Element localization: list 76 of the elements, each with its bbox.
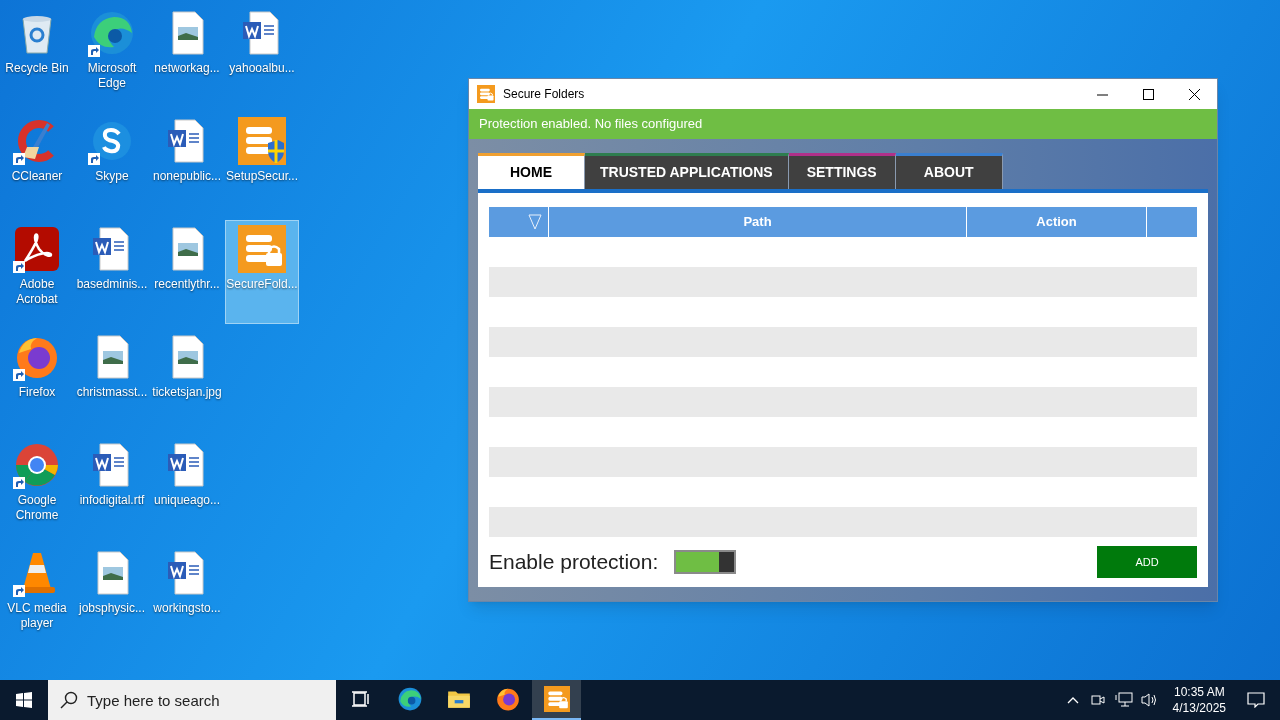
icon-label: Google Chrome xyxy=(14,493,60,523)
clock[interactable]: 10:35 AM 4/13/2025 xyxy=(1166,684,1232,716)
speech-bubble-icon xyxy=(1247,692,1265,708)
status-text: Protection enabled. No files configured xyxy=(479,115,703,134)
icon-label: Skype xyxy=(94,169,130,184)
clock-time: 10:35 AM xyxy=(1173,684,1225,700)
icon-label: CCleaner xyxy=(10,169,64,184)
protection-toggle[interactable] xyxy=(674,550,737,574)
desktop-icon[interactable]: Google Chrome xyxy=(0,436,74,540)
close-icon xyxy=(1188,88,1200,100)
icon-label: Firefox xyxy=(17,385,57,400)
icon-label: infodigital.rtf xyxy=(78,493,146,508)
desktop-icon[interactable]: ticketsjan.jpg xyxy=(150,328,224,432)
tab[interactable]: TRUSTED APPLICATIONS xyxy=(585,153,789,189)
search-field[interactable]: Type here to search xyxy=(48,680,336,720)
desktop-icon[interactable]: infodigital.rtf xyxy=(75,436,149,540)
window-title: Secure Folders xyxy=(503,86,586,103)
desktop-icon[interactable]: CCleaner xyxy=(0,112,74,216)
windows-logo-icon xyxy=(16,692,32,708)
add-button[interactable]: ADD xyxy=(1097,546,1197,578)
task-view-icon xyxy=(350,689,371,709)
tab[interactable]: SETTINGS xyxy=(788,153,896,189)
desktop-icon[interactable]: uniqueago... xyxy=(150,436,224,540)
icon-label: uniqueago... xyxy=(152,493,222,508)
icon-label: ticketsjan.jpg xyxy=(151,385,223,400)
desktop-icon[interactable]: jobsphysic... xyxy=(75,544,149,648)
desktop-icon[interactable]: Adobe Acrobat xyxy=(0,220,74,324)
acrobat-icon xyxy=(13,225,61,273)
installer-icon xyxy=(238,117,286,165)
desktop-icon[interactable]: Recycle Bin xyxy=(0,4,74,108)
icon-label: jobsphysic... xyxy=(77,601,146,616)
speaker-icon[interactable] xyxy=(1140,692,1159,708)
desktop-icon[interactable]: Microsoft Edge xyxy=(75,4,149,108)
desktop-icon[interactable]: SetupSecur... xyxy=(225,112,299,216)
maximize-icon xyxy=(1142,88,1154,100)
desktop-icon[interactable]: Skype xyxy=(75,112,149,216)
icon-label: yahooalbu... xyxy=(228,61,296,76)
desktop-icon[interactable]: Firefox xyxy=(0,328,74,432)
protection-label: Enable protection: xyxy=(489,549,659,576)
icon-label: Recycle Bin xyxy=(4,61,70,76)
desktop-icon[interactable]: basedminis... xyxy=(75,220,149,324)
desktop-icon[interactable]: recentlythr... xyxy=(150,220,224,324)
desktop-icon[interactable]: SecureFold... xyxy=(225,220,299,324)
icon-label: SetupSecur... xyxy=(225,169,299,184)
tab[interactable]: HOME xyxy=(478,153,585,189)
firefox-icon xyxy=(494,686,521,712)
desktop-icon[interactable]: christmasst... xyxy=(75,328,149,432)
chrome-icon xyxy=(13,441,61,489)
desktop-icon[interactable]: networkag... xyxy=(150,4,224,108)
network-icon[interactable] xyxy=(1114,692,1133,708)
desktop-icon[interactable]: workingsto... xyxy=(150,544,224,648)
tab[interactable]: ABOUT xyxy=(895,153,1003,189)
chevron-up-icon[interactable] xyxy=(1066,696,1079,704)
icon-label: SecureFold... xyxy=(225,277,299,292)
taskbar-app-button[interactable] xyxy=(532,680,581,720)
icon-label: workingsto... xyxy=(152,601,222,616)
desktop-icon[interactable]: yahooalbu... xyxy=(225,4,299,108)
edge-icon xyxy=(88,9,136,57)
icon-label: networkag... xyxy=(153,61,221,76)
filter-icon xyxy=(528,214,542,230)
icon-label: Microsoft Edge xyxy=(86,61,138,91)
camera-icon[interactable] xyxy=(1090,693,1105,707)
icon-label: basedminis... xyxy=(75,277,149,292)
padlock-database-icon xyxy=(543,686,570,712)
edge-icon xyxy=(396,686,423,712)
padlock-database-icon xyxy=(477,85,495,103)
icon-label: nonepublic... xyxy=(151,169,223,184)
icon-label: recentlythr... xyxy=(153,277,221,292)
icon-label: christmasst... xyxy=(75,385,149,400)
desktop-icon[interactable]: VLC media player xyxy=(0,544,74,648)
search-icon xyxy=(60,691,78,709)
clock-date: 4/13/2025 xyxy=(1172,700,1226,716)
icon-label: Adobe Acrobat xyxy=(15,277,59,307)
padlock-database-icon xyxy=(238,225,286,273)
desktop-icon[interactable]: nonepublic... xyxy=(150,112,224,216)
icon-label: VLC media player xyxy=(6,601,68,631)
